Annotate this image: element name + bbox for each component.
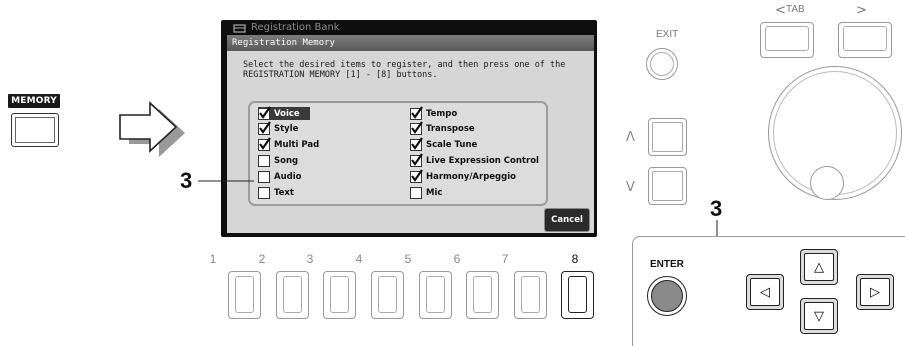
instruction-line-1: Select the desired items to register, an… bbox=[243, 60, 566, 70]
exit-button[interactable] bbox=[646, 48, 678, 80]
cursor-left-button[interactable]: ◁ bbox=[746, 274, 784, 310]
item-harmony-arpeggio[interactable]: Harmony/Arpeggio bbox=[410, 168, 516, 183]
triangle-up-icon: △ bbox=[814, 259, 824, 275]
item-transpose[interactable]: Transpose bbox=[410, 120, 475, 135]
cursor-down-button[interactable]: ▽ bbox=[800, 298, 838, 334]
dialog-title: Registration Memory bbox=[227, 35, 594, 51]
callout-number: 3 bbox=[710, 196, 723, 221]
checkbox-checked-icon bbox=[258, 105, 271, 120]
callout-line bbox=[198, 180, 254, 182]
dial-knob[interactable] bbox=[810, 166, 844, 200]
registration-button-2[interactable] bbox=[276, 271, 309, 319]
checkbox-checked-icon bbox=[410, 120, 423, 135]
checkbox-checked-icon bbox=[258, 120, 271, 135]
number-label: 2 bbox=[258, 252, 266, 266]
down-label: V bbox=[626, 180, 635, 195]
number-label-active: 8 bbox=[571, 252, 579, 266]
item-text[interactable]: Text bbox=[258, 186, 294, 199]
callout-number: 3 bbox=[180, 168, 193, 193]
checkbox-empty-icon bbox=[258, 154, 270, 167]
item-voice[interactable]: Voice bbox=[258, 105, 310, 120]
up-button[interactable] bbox=[648, 118, 687, 156]
right-arrow-icon bbox=[119, 101, 185, 157]
item-label: Text bbox=[274, 187, 294, 198]
checkbox-checked-icon bbox=[410, 168, 423, 183]
item-label: Harmony/Arpeggio bbox=[426, 171, 516, 182]
number-label: 3 bbox=[306, 252, 314, 266]
checkbox-checked-icon bbox=[410, 136, 423, 151]
registration-button-7[interactable] bbox=[514, 271, 547, 319]
checkbox-checked-icon bbox=[410, 105, 423, 120]
item-style[interactable]: Style bbox=[258, 120, 299, 135]
enter-label: ENTER bbox=[650, 259, 684, 270]
checkbox-empty-icon bbox=[410, 186, 422, 199]
checkbox-checked-icon bbox=[258, 136, 271, 151]
item-label: Multi Pad bbox=[274, 139, 320, 150]
registration-bank-title: Registration Bank bbox=[251, 22, 340, 33]
item-label: Mic bbox=[426, 187, 443, 198]
item-song[interactable]: Song bbox=[258, 154, 298, 167]
tab-left-arrow-icon: < bbox=[775, 3, 786, 18]
registration-button-5[interactable] bbox=[419, 271, 452, 319]
cursor-up-button[interactable]: △ bbox=[800, 249, 838, 285]
checkbox-empty-icon bbox=[258, 186, 270, 199]
exit-label: EXIT bbox=[656, 29, 679, 40]
screen-behind-title: Registration Bank bbox=[229, 21, 599, 35]
registration-button-8[interactable] bbox=[561, 271, 594, 319]
tab-right-arrow-icon: > bbox=[856, 3, 867, 18]
number-label: 4 bbox=[355, 252, 363, 266]
item-label: Song bbox=[274, 155, 299, 166]
bank-icon bbox=[233, 24, 246, 33]
item-label: Scale Tune bbox=[426, 139, 478, 150]
tab-label: TAB bbox=[786, 4, 805, 15]
triangle-left-icon: ◁ bbox=[760, 284, 770, 300]
item-label: Transpose bbox=[426, 123, 475, 134]
number-label: 7 bbox=[501, 252, 509, 266]
number-label: 1 bbox=[209, 252, 217, 266]
cursor-right-button[interactable]: ▷ bbox=[856, 274, 894, 310]
item-mic[interactable]: Mic bbox=[410, 186, 442, 199]
number-label: 5 bbox=[404, 252, 412, 266]
instruction-line-2: REGISTRATION MEMORY [1] - [8] buttons. bbox=[243, 70, 438, 80]
memory-button[interactable] bbox=[11, 113, 59, 147]
item-tempo[interactable]: Tempo bbox=[410, 105, 458, 120]
triangle-right-icon: ▷ bbox=[870, 284, 880, 300]
item-label: Tempo bbox=[426, 108, 458, 119]
number-label: 6 bbox=[453, 252, 461, 266]
item-label: Audio bbox=[274, 171, 302, 182]
item-multi-pad[interactable]: Multi Pad bbox=[258, 136, 320, 151]
item-label: Voice bbox=[274, 108, 300, 119]
down-button[interactable] bbox=[648, 167, 687, 205]
instruction-text: Select the desired items to register, an… bbox=[243, 60, 583, 80]
up-label: Λ bbox=[626, 130, 635, 145]
registration-button-6[interactable] bbox=[466, 271, 499, 319]
memory-button-label: MEMORY bbox=[8, 94, 60, 108]
tab-left-button[interactable] bbox=[760, 22, 814, 58]
cancel-button[interactable]: Cancel bbox=[544, 208, 590, 232]
item-label: Style bbox=[274, 123, 299, 134]
registration-button-4[interactable] bbox=[371, 271, 404, 319]
registration-button-3[interactable] bbox=[323, 271, 356, 319]
item-scale-tune[interactable]: Scale Tune bbox=[410, 136, 478, 151]
item-label: Live Expression Control bbox=[426, 155, 539, 166]
item-audio[interactable]: Audio bbox=[258, 170, 301, 183]
checkbox-empty-icon bbox=[258, 170, 270, 183]
registration-button-1[interactable] bbox=[228, 271, 261, 319]
triangle-down-icon: ▽ bbox=[814, 308, 824, 324]
item-live-expression-control[interactable]: Live Expression Control bbox=[410, 152, 539, 167]
enter-button[interactable] bbox=[647, 276, 687, 316]
tab-right-button[interactable] bbox=[838, 22, 892, 58]
checkbox-checked-icon bbox=[410, 152, 423, 167]
